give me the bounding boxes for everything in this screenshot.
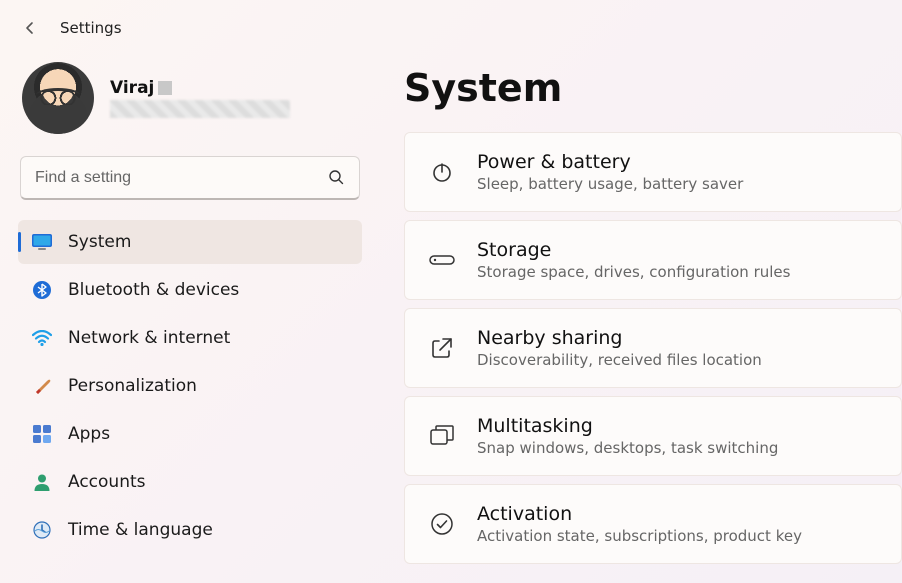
profile-name: Viraj — [110, 78, 154, 98]
profile-name-redacted — [158, 81, 172, 95]
card-multitasking[interactable]: Multitasking Snap windows, desktops, tas… — [404, 396, 902, 476]
bluetooth-icon — [32, 280, 52, 300]
nav-item-apps[interactable]: Apps — [18, 412, 362, 456]
search-box — [20, 156, 360, 200]
avatar — [22, 62, 94, 134]
wifi-icon — [32, 328, 52, 348]
nav-item-label: System — [68, 232, 131, 252]
nav-item-label: Accounts — [68, 472, 146, 492]
page-title: System — [404, 56, 902, 132]
storage-icon — [429, 247, 455, 273]
brush-icon — [32, 376, 52, 396]
nav-item-label: Apps — [68, 424, 110, 444]
sidebar: Viraj — [0, 56, 380, 564]
card-nearby-sharing[interactable]: Nearby sharing Discoverability, received… — [404, 308, 902, 388]
nav-item-label: Time & language — [68, 520, 213, 540]
card-title: Multitasking — [477, 415, 778, 437]
main-content: System Power & battery Sleep, battery us… — [380, 56, 902, 564]
card-storage[interactable]: Storage Storage space, drives, configura… — [404, 220, 902, 300]
card-desc: Storage space, drives, configuration rul… — [477, 263, 790, 281]
search-input[interactable] — [20, 156, 360, 200]
card-title: Power & battery — [477, 151, 743, 173]
nav-item-network[interactable]: Network & internet — [18, 316, 362, 360]
clock-icon — [32, 520, 52, 540]
profile-email-redacted — [110, 100, 290, 118]
nav-item-label: Network & internet — [68, 328, 230, 348]
power-icon — [429, 159, 455, 185]
search-icon — [328, 169, 346, 187]
app-title: Settings — [60, 19, 122, 37]
card-title: Storage — [477, 239, 790, 261]
nav-item-time-language[interactable]: Time & language — [18, 508, 362, 552]
card-desc: Discoverability, received files location — [477, 351, 762, 369]
card-power-battery[interactable]: Power & battery Sleep, battery usage, ba… — [404, 132, 902, 212]
nav-item-accounts[interactable]: Accounts — [18, 460, 362, 504]
card-desc: Snap windows, desktops, task switching — [477, 439, 778, 457]
card-title: Activation — [477, 503, 802, 525]
nav-item-system[interactable]: System — [18, 220, 362, 264]
apps-icon — [32, 424, 52, 444]
card-desc: Sleep, battery usage, battery saver — [477, 175, 743, 193]
arrow-left-icon — [22, 20, 38, 36]
nav-item-label: Bluetooth & devices — [68, 280, 239, 300]
card-activation[interactable]: Activation Activation state, subscriptio… — [404, 484, 902, 564]
nav-item-label: Personalization — [68, 376, 197, 396]
card-title: Nearby sharing — [477, 327, 762, 349]
profile-block[interactable]: Viraj — [18, 56, 362, 152]
share-icon — [429, 335, 455, 361]
nav: System Bluetooth & devices — [18, 220, 362, 552]
back-button[interactable] — [20, 18, 40, 38]
monitor-icon — [32, 232, 52, 252]
person-icon — [32, 472, 52, 492]
nav-item-personalization[interactable]: Personalization — [18, 364, 362, 408]
check-icon — [429, 511, 455, 537]
card-desc: Activation state, subscriptions, product… — [477, 527, 802, 545]
nav-item-bluetooth[interactable]: Bluetooth & devices — [18, 268, 362, 312]
multitask-icon — [429, 423, 455, 449]
